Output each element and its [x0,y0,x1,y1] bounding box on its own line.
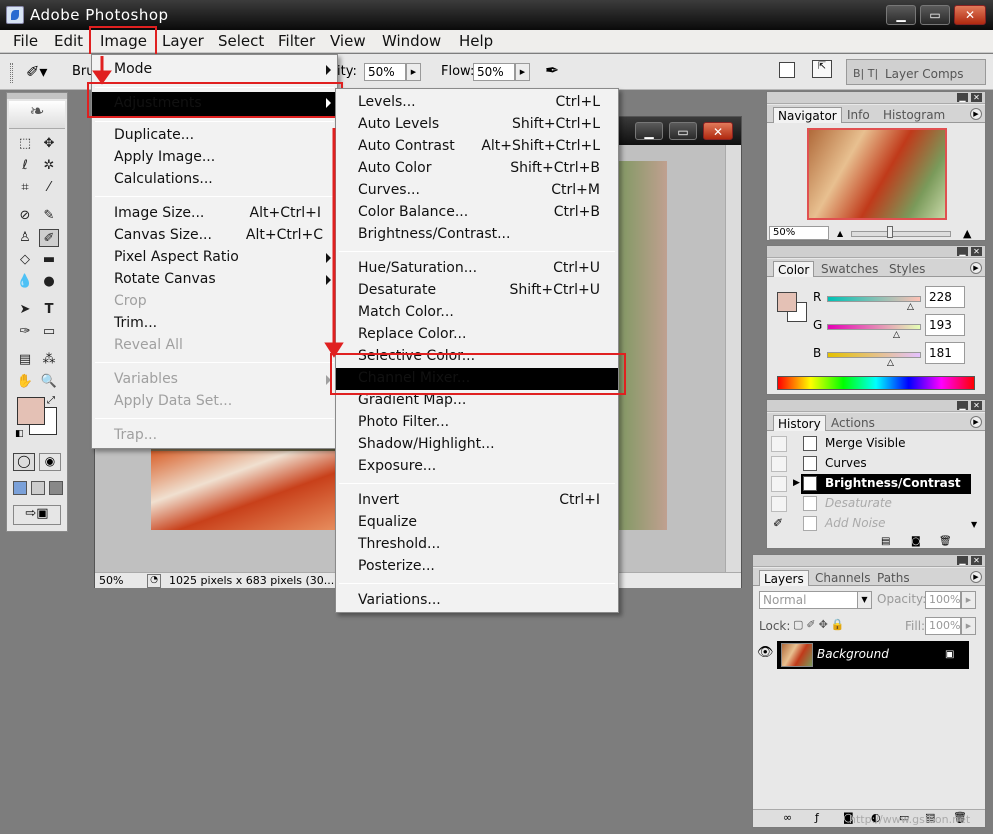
navigator-tabs: Navigator Info Histogram ▶ [767,105,985,123]
current-state-arrow-icon: ▶ [793,478,800,488]
history-scroll-down-icon[interactable]: ▼ [971,520,977,529]
history-source-checkbox[interactable] [771,436,787,452]
arrow-head [324,342,344,358]
delete-state-icon[interactable]: 🗑 [939,536,952,547]
color-tabs: Color Swatches Styles ▶ [767,259,985,277]
layer-style-icon[interactable]: ƒ [815,811,819,824]
color-ramp[interactable] [777,376,975,390]
panel-minimize-icon[interactable]: ▁ [957,93,968,102]
history-state-icon [803,436,817,451]
layer-opacity-label: Opacity: [877,592,927,606]
color-panel: ▁ ✕ Color Swatches Styles ▶ R △ 228 G △ … [766,245,986,395]
panel-menu-icon[interactable]: ▶ [970,262,982,274]
panel-minimize-icon[interactable]: ▁ [957,247,968,256]
panel-close-icon[interactable]: ✕ [971,93,982,102]
zoom-slider-thumb[interactable] [887,226,893,238]
lock-options-icons[interactable]: ▢✐✥🔒 [793,618,848,631]
navigator-zoom-field[interactable]: 50% [769,226,829,240]
panel-grip: ▁ ✕ [767,92,985,104]
history-source-checkbox[interactable] [771,456,787,472]
layer-name: Background [817,647,889,661]
navigator-thumbnail[interactable] [807,128,947,220]
arrow-head [92,70,112,85]
layers-tabs: Layers Channels Paths ▶ [753,568,985,586]
panel-grip: ▁ ✕ [767,246,985,258]
r-label: R [813,290,822,304]
zoom-in-icon[interactable]: ▲ [963,227,971,240]
tab-layers[interactable]: Layers [759,570,809,586]
b-field[interactable]: 181 [925,342,965,364]
layer-opacity-arrow-icon[interactable]: ▶ [961,591,976,609]
navigator-zoom-slider[interactable] [851,231,951,237]
history-state-icon [803,516,817,531]
fill-arrow-icon[interactable]: ▶ [961,617,976,635]
new-document-from-state-icon[interactable]: ▤ [881,536,890,547]
link-layers-icon[interactable]: ∞ [783,811,792,824]
panel-minimize-icon[interactable]: ▁ [957,401,968,410]
history-state-icon [803,456,817,471]
panel-menu-icon[interactable]: ▶ [970,571,982,583]
layer-opacity-field[interactable]: 100% [925,591,961,609]
fill-field[interactable]: 100% [925,617,961,635]
g-label: G [813,318,823,332]
panel-minimize-icon[interactable]: ▁ [957,556,968,565]
history-item-brightness-contrast[interactable]: ▶ Brightness/Contrast [771,474,971,494]
panel-close-icon[interactable]: ✕ [971,247,982,256]
tab-actions[interactable]: Actions [827,415,879,431]
panel-close-icon[interactable]: ✕ [971,556,982,565]
navigator-panel: ▁ ✕ Navigator Info Histogram ▶ 50% ▲ ▲ [766,91,986,241]
watermark-text: http://www.gsibon.net [849,813,971,826]
layers-panel: ▁ ✕ Layers Channels Paths ▶ Normal ▼ Opa… [752,554,986,828]
tab-histogram[interactable]: Histogram [879,107,949,123]
g-field[interactable]: 193 [925,314,965,336]
panel-menu-icon[interactable]: ▶ [970,416,982,428]
tab-styles[interactable]: Styles [885,261,929,277]
lock-label: Lock: [759,619,791,633]
panel-grip: ▁ ✕ [753,555,985,567]
g-slider-thumb[interactable]: △ [893,330,900,340]
history-item-desaturate[interactable]: Desaturate [771,494,971,514]
r-slider-thumb[interactable]: △ [907,302,914,312]
panel-close-icon[interactable]: ✕ [971,401,982,410]
r-field[interactable]: 228 [925,286,965,308]
history-source-checkbox[interactable] [771,476,787,492]
panel-menu-icon[interactable]: ▶ [970,108,982,120]
tab-channels[interactable]: Channels [811,570,875,586]
history-item-merge-visible[interactable]: Merge Visible [771,434,971,454]
tab-swatches[interactable]: Swatches [817,261,882,277]
tab-history[interactable]: History [773,415,826,431]
zoom-out-icon[interactable]: ▲ [837,229,843,238]
tab-paths[interactable]: Paths [873,570,914,586]
b-slider-thumb[interactable]: △ [887,358,894,368]
layer-lock-icon: ▣ [945,649,955,660]
history-brush-source-icon[interactable]: ✐ [773,516,783,530]
color-panel-fg-swatch[interactable] [777,292,797,312]
b-slider[interactable] [827,352,921,358]
history-source-checkbox[interactable] [771,496,787,512]
tab-navigator[interactable]: Navigator [773,107,842,123]
b-label: B [813,346,822,360]
blend-mode-dropdown-icon[interactable]: ▼ [857,591,872,609]
panel-grip: ▁ ✕ [767,400,985,412]
layer-thumbnail [781,643,813,667]
fill-label: Fill: [905,619,926,633]
history-panel: ▁ ✕ History Actions ▶ Merge Visible Curv… [766,399,986,549]
history-state-icon [803,476,817,491]
g-slider[interactable] [827,324,921,330]
blend-mode-select[interactable]: Normal [759,591,859,609]
history-item-add-noise[interactable]: ✐ Add Noise [771,514,971,534]
tab-info[interactable]: Info [843,107,874,123]
tab-color[interactable]: Color [773,261,815,277]
new-snapshot-icon[interactable]: ◙ [911,536,921,547]
layer-row-background[interactable]: 👁 Background ▣ [755,641,983,669]
layer-visibility-eye-icon[interactable]: 👁 [757,645,775,663]
history-state-icon [803,496,817,511]
history-item-curves[interactable]: Curves [771,454,971,474]
history-tabs: History Actions ▶ [767,413,985,431]
